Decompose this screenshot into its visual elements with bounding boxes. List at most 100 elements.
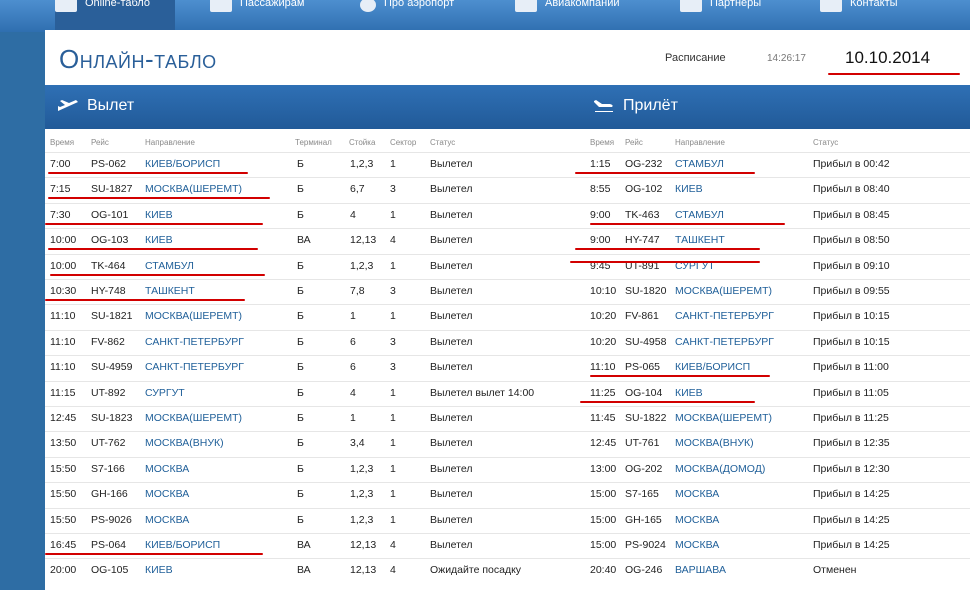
cell-time: 9:00	[590, 208, 611, 221]
row-divider	[45, 329, 970, 331]
col-status: Статус	[813, 138, 839, 147]
table-row: 12:45 UT-761 МОСКВА(ВНУК) Прибыл в 12:35	[45, 437, 970, 462]
nav-tab-partners[interactable]: Партнеры	[680, 0, 810, 32]
cell-destination[interactable]: КИЕВ	[675, 387, 703, 399]
row-divider	[45, 456, 970, 458]
table-row: 11:10 PS-065 КИЕВ/БОРИСП Прибыл в 11:00	[45, 361, 970, 386]
cell-flight: GH-165	[625, 513, 662, 526]
highlight-mark	[48, 172, 248, 174]
highlight-mark	[828, 73, 960, 75]
table-row: 9:45 UT-891 СУРГУТ Прибыл в 09:10	[45, 260, 970, 285]
cell-time: 11:45	[590, 412, 616, 424]
cell-flight: FV-861	[625, 310, 659, 323]
passengers-icon	[210, 0, 232, 12]
cell-status: Прибыл в 14:25	[813, 513, 890, 526]
cell-destination[interactable]: ВАРШАВА	[675, 564, 726, 576]
cell-time: 10:10	[590, 285, 617, 297]
row-divider	[45, 202, 970, 204]
cell-destination[interactable]: КИЕВ/БОРИСП	[675, 361, 750, 373]
cell-status: Прибыл в 14:25	[813, 539, 890, 551]
col-flight: Рейс	[91, 138, 109, 147]
cell-destination[interactable]: МОСКВА	[675, 514, 719, 526]
row-divider	[45, 431, 970, 433]
cell-time: 15:00	[590, 539, 617, 551]
cell-status: Прибыл в 09:55	[813, 285, 890, 297]
nav-tab-contacts[interactable]: Контакты	[820, 0, 950, 32]
cell-destination[interactable]: КИЕВ	[675, 183, 703, 195]
highlight-mark	[45, 222, 263, 225]
cell-destination[interactable]: МОСКВА(ДОМОД)	[675, 463, 765, 475]
table-row: 11:45 SU-1822 МОСКВА(ШЕРЕМТ) Прибыл в 11:25	[45, 412, 970, 437]
highlight-mark	[580, 400, 755, 403]
cell-destination[interactable]: СТАМБУЛ	[675, 158, 724, 170]
board-header: Онлайн-табло Расписание 14:26:17 10.10.2…	[45, 30, 970, 85]
row-divider	[45, 279, 970, 280]
table-row: 10:20 SU-4958 САНКТ-ПЕТЕРБУРГ Прибыл в 10:1…	[45, 336, 970, 361]
cell-status: Прибыл в 11:00	[813, 361, 889, 374]
table-row: 15:00 S7-165 МОСКВА Прибыл в 14:25	[45, 488, 970, 513]
cell-destination[interactable]: МОСКВА	[675, 539, 719, 551]
row-divider	[45, 533, 970, 534]
highlight-mark	[575, 172, 755, 174]
highlight-mark	[48, 248, 258, 251]
cell-flight: S7-165	[625, 488, 659, 501]
cell-status: Прибыл в 12:30	[813, 462, 890, 475]
row-divider	[45, 380, 970, 382]
nav-tab-airport[interactable]: Про аэропорт	[360, 0, 500, 32]
highlight-mark	[50, 273, 265, 276]
cell-destination[interactable]: САНКТ-ПЕТЕРБУРГ	[675, 310, 774, 322]
board-panel: Онлайн-табло Расписание 14:26:17 10.10.2…	[45, 30, 970, 590]
cell-flight: SU-1822	[625, 412, 667, 424]
cell-time: 11:10	[590, 361, 616, 374]
row-divider	[45, 152, 970, 153]
nav-tab-passengers[interactable]: Пассажирам	[210, 0, 340, 32]
nav-tab-online-board[interactable]: Online-табло	[55, 0, 175, 32]
page-title: Онлайн-табло	[59, 44, 217, 74]
partners-icon	[680, 0, 702, 12]
cell-flight: UT-761	[625, 437, 660, 450]
current-time: 14:26:17	[767, 53, 806, 64]
nav-tab-label: Партнеры	[710, 0, 762, 9]
cell-destination[interactable]: СТАМБУЛ	[675, 209, 724, 221]
cell-status: Отменен	[813, 564, 857, 577]
cell-time: 1:15	[590, 158, 611, 170]
nav-tab-airlines[interactable]: Авиакомпании	[515, 0, 655, 32]
cell-time: 20:40	[590, 564, 617, 577]
table-row: 13:00 OG-202 МОСКВА(ДОМОД) Прибыл в 12:30	[45, 463, 970, 488]
contacts-icon	[820, 0, 842, 12]
table-row: 8:55 OG-102 КИЕВ Прибыл в 08:40	[45, 183, 970, 208]
cell-time: 10:20	[590, 310, 617, 323]
cell-flight: OG-232	[625, 158, 663, 170]
col-status: Статус	[430, 138, 456, 147]
cell-flight: PS-065	[625, 361, 661, 374]
nav-tab-label: Online-табло	[85, 0, 150, 9]
col-sector: Сектор	[390, 138, 417, 147]
row-divider	[45, 482, 970, 484]
cell-status: Прибыл в 11:05	[813, 386, 889, 399]
cell-flight: SU-4958	[625, 335, 667, 348]
row-divider	[45, 507, 970, 509]
cell-destination[interactable]: ТАШКЕНТ	[675, 234, 725, 246]
cell-status: Прибыл в 10:15	[813, 335, 890, 348]
cell-destination[interactable]: САНКТ-ПЕТЕРБУРГ	[675, 336, 774, 348]
col-desk: Стойка	[349, 138, 376, 147]
cell-destination[interactable]: МОСКВА(ШЕРЕМТ)	[675, 285, 772, 297]
cell-status: Прибыл в 08:50	[813, 234, 890, 247]
cell-time: 9:00	[590, 234, 611, 247]
row-divider	[45, 304, 970, 306]
highlight-mark	[45, 299, 245, 301]
nav-tab-label: Авиакомпании	[545, 0, 620, 9]
cell-destination[interactable]: МОСКВА(ШЕРЕМТ)	[675, 412, 772, 424]
cell-status: Прибыл в 08:45	[813, 208, 890, 221]
cell-flight: TK-463	[625, 208, 660, 221]
table-row: 9:00 HY-747 ТАШКЕНТ Прибыл в 08:50	[45, 234, 970, 259]
departures-heading: Вылет	[57, 97, 134, 115]
cell-destination[interactable]: МОСКВА	[675, 488, 719, 500]
cell-flight: PS-9024	[625, 539, 666, 551]
col-destination: Направление	[145, 138, 195, 147]
schedule-link[interactable]: Расписание	[665, 52, 726, 64]
cell-destination[interactable]: МОСКВА(ВНУК)	[675, 437, 754, 449]
cell-time: 12:45	[590, 437, 617, 450]
row-divider	[45, 355, 970, 357]
cell-time: 8:55	[590, 183, 611, 196]
